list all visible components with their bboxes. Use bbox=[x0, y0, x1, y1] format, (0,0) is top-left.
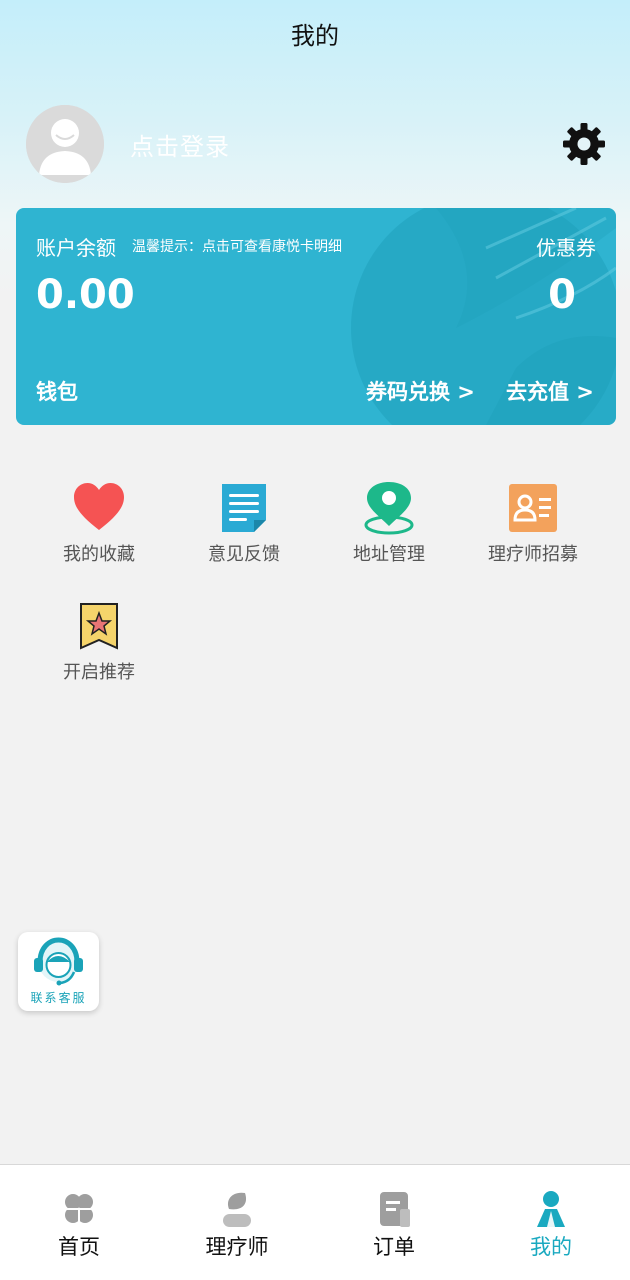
redeem-code-button[interactable]: 券码兑换 > bbox=[366, 376, 475, 406]
menu-label: 地址管理 bbox=[353, 544, 425, 565]
wallet-label: 钱包 bbox=[36, 380, 78, 404]
coupon-label: 优惠券 bbox=[536, 236, 596, 260]
avatar[interactable] bbox=[26, 105, 104, 183]
balance-label: 账户余额 bbox=[36, 236, 116, 260]
menu-label: 我的收藏 bbox=[63, 544, 135, 565]
tab-orders[interactable]: 订单 bbox=[315, 1165, 473, 1280]
menu-label: 理疗师招募 bbox=[488, 544, 578, 565]
menu-label: 意见反馈 bbox=[208, 544, 280, 565]
menu-label: 开启推荐 bbox=[63, 662, 135, 683]
person-icon bbox=[223, 1192, 251, 1227]
tab-label: 理疗师 bbox=[205, 1235, 269, 1259]
tab-label: 订单 bbox=[373, 1235, 415, 1259]
customer-service-headset-icon bbox=[34, 937, 83, 986]
tab-label: 我的 bbox=[530, 1235, 572, 1259]
menu-item-recruit[interactable]: 理疗师招募 bbox=[468, 480, 598, 566]
document-icon bbox=[222, 484, 266, 532]
balance-tip[interactable]: 温馨提示：点击可查看康悦卡明细 bbox=[132, 236, 342, 256]
menu-item-address[interactable]: 地址管理 bbox=[324, 480, 454, 566]
service-label: 联系客服 bbox=[30, 991, 87, 1005]
tab-home[interactable]: 首页 bbox=[0, 1165, 158, 1280]
account-card[interactable]: 账户余额 温馨提示：点击可查看康悦卡明细 0.00 优惠券 0 钱包 券码兑换 … bbox=[16, 208, 616, 425]
menu-item-favorites[interactable]: 我的收藏 bbox=[34, 480, 164, 566]
order-book-icon bbox=[380, 1192, 410, 1227]
menu-item-recommend[interactable]: 开启推荐 bbox=[34, 598, 164, 684]
login-link[interactable]: 点击登录 bbox=[130, 127, 230, 162]
id-card-icon bbox=[509, 484, 557, 532]
location-pin-icon bbox=[364, 482, 414, 535]
profile-section[interactable]: 点击登录 bbox=[26, 105, 606, 183]
bottom-tab-bar: 首页 理疗师 订单 我的 bbox=[0, 1164, 630, 1280]
clover-icon bbox=[65, 1194, 93, 1228]
heart-icon bbox=[74, 483, 124, 530]
tab-label: 首页 bbox=[58, 1235, 100, 1259]
page-title: 我的 bbox=[291, 22, 339, 50]
coupon-count[interactable]: 0 bbox=[548, 272, 576, 318]
balance-value[interactable]: 0.00 bbox=[36, 272, 135, 318]
customer-service-button[interactable]: 联系客服 bbox=[18, 932, 99, 1011]
star-badge-icon bbox=[80, 603, 118, 650]
default-user-avatar-icon bbox=[26, 105, 104, 183]
recharge-button[interactable]: 去充值 > bbox=[506, 376, 594, 406]
tab-therapist[interactable]: 理疗师 bbox=[158, 1165, 316, 1280]
tab-mine[interactable]: 我的 bbox=[472, 1165, 630, 1280]
menu-item-feedback[interactable]: 意见反馈 bbox=[179, 480, 309, 566]
user-icon bbox=[537, 1191, 565, 1227]
gear-icon[interactable] bbox=[562, 122, 606, 166]
